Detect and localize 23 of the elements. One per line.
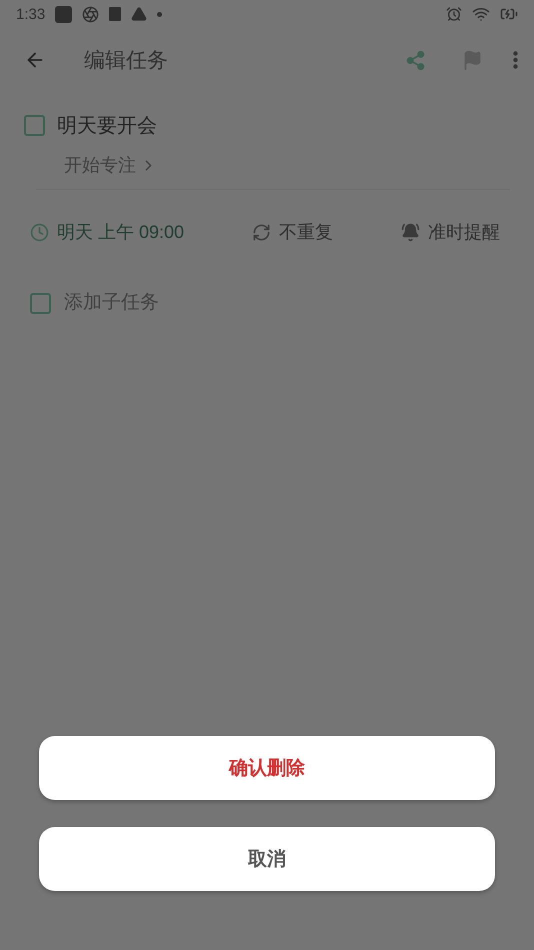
checkbox[interactable] — [30, 292, 51, 314]
cancel-button[interactable]: 取消 — [39, 827, 495, 891]
bell-icon — [400, 222, 420, 242]
flag-icon — [462, 50, 483, 70]
task-title: 明天要开会 — [57, 114, 157, 139]
alarm-icon — [446, 6, 462, 22]
repeat-option[interactable]: 不重复 — [252, 220, 334, 244]
repeat-icon — [252, 222, 272, 242]
reminder-option[interactable]: 准时提醒 — [400, 220, 500, 244]
clock-icon — [30, 222, 49, 242]
wifi-icon — [472, 5, 490, 23]
delete-button[interactable]: 确认删除 — [39, 736, 495, 800]
triangle-icon — [131, 6, 148, 22]
checkbox[interactable] — [24, 115, 45, 136]
aperture-icon — [82, 6, 100, 22]
app-icon — [55, 6, 72, 22]
more-icon — [513, 51, 518, 69]
dot-icon — [157, 12, 162, 16]
notification-icon — [109, 7, 122, 21]
screen-title: 编辑任务 — [84, 48, 169, 74]
share-icon — [405, 50, 426, 70]
status-time: 1:33 — [16, 6, 46, 22]
due-option[interactable]: 明天 上午 09:00 — [30, 220, 184, 244]
